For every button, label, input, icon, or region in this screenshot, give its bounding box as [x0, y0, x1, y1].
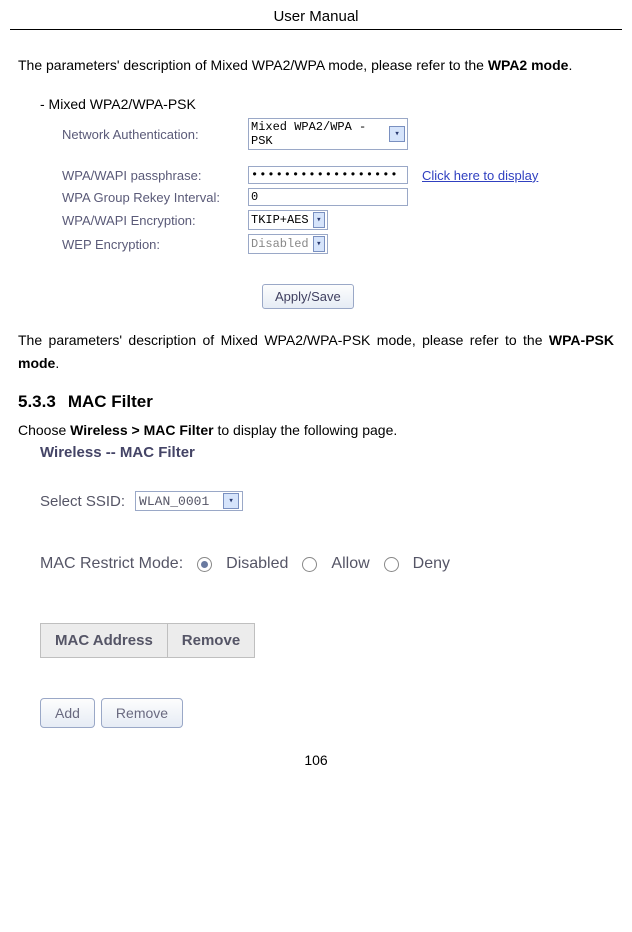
- text: Choose: [18, 422, 70, 438]
- label-encryption: WPA/WAPI Encryption:: [62, 213, 242, 228]
- mac-table: MAC Address Remove: [40, 623, 255, 658]
- select-wep: Disabled ▾: [248, 234, 328, 254]
- chevron-down-icon[interactable]: ▾: [313, 212, 325, 228]
- section-number: 5.3.3: [18, 392, 56, 411]
- label-network-auth: Network Authentication:: [62, 127, 242, 142]
- radio-allow[interactable]: [302, 557, 317, 572]
- text-bold: WPA2 mode: [488, 57, 569, 73]
- radio-disabled[interactable]: [197, 557, 212, 572]
- radio-label-disabled: Disabled: [226, 555, 288, 573]
- select-value: Disabled: [251, 237, 309, 251]
- label-mac-restrict: MAC Restrict Mode:: [40, 555, 183, 573]
- select-value: WLAN_0001: [139, 494, 209, 509]
- nav-instruction: Choose Wireless > MAC Filter to display …: [18, 422, 614, 438]
- radio-label-allow: Allow: [331, 555, 369, 573]
- add-button[interactable]: Add: [40, 698, 95, 728]
- page-header: User Manual: [10, 8, 622, 29]
- chevron-down-icon[interactable]: ▾: [223, 493, 239, 509]
- th-remove: Remove: [167, 624, 254, 658]
- page-number: 106: [10, 752, 622, 768]
- text: to display the following page.: [214, 422, 398, 438]
- text: The parameters' description of Mixed WPA…: [18, 57, 488, 73]
- select-network-auth[interactable]: Mixed WPA2/WPA -PSK ▾: [248, 118, 408, 150]
- intro-para-wpa2: The parameters' description of Mixed WPA…: [18, 54, 614, 76]
- select-value: TKIP+AES: [251, 213, 309, 227]
- label-passphrase: WPA/WAPI passphrase:: [62, 168, 242, 183]
- figure-security-settings: Network Authentication: Mixed WPA2/WPA -…: [62, 118, 614, 309]
- input-rekey-interval[interactable]: 0: [248, 188, 408, 206]
- select-ssid[interactable]: WLAN_0001 ▾: [135, 491, 243, 511]
- intro-para-wpapsk: The parameters' description of Mixed WPA…: [18, 329, 614, 374]
- text: .: [55, 355, 59, 371]
- label-rekey: WPA Group Rekey Interval:: [62, 190, 242, 205]
- radio-label-deny: Deny: [413, 555, 450, 573]
- th-mac-address: MAC Address: [41, 624, 168, 658]
- text: The parameters' description of Mixed WPA…: [18, 332, 549, 348]
- chevron-down-icon[interactable]: ▾: [389, 126, 405, 142]
- chevron-down-icon: ▾: [313, 236, 325, 252]
- apply-save-button[interactable]: Apply/Save: [262, 284, 354, 309]
- input-passphrase[interactable]: ••••••••••••••••••: [248, 166, 408, 184]
- section-title: MAC Filter: [68, 392, 153, 411]
- section-heading: 5.3.3 MAC Filter: [18, 392, 614, 412]
- figure-title: Wireless -- MAC Filter: [40, 444, 614, 461]
- select-value: Mixed WPA2/WPA -PSK: [251, 120, 385, 148]
- label-select-ssid: Select SSID:: [40, 493, 125, 510]
- header-rule: [10, 29, 622, 30]
- label-wep: WEP Encryption:: [62, 237, 242, 252]
- text: .: [568, 57, 572, 73]
- link-display-passphrase[interactable]: Click here to display: [422, 168, 538, 183]
- bullet-mixed-psk: - Mixed WPA2/WPA-PSK: [40, 96, 614, 112]
- remove-button[interactable]: Remove: [101, 698, 183, 728]
- text-bold: Wireless > MAC Filter: [70, 422, 213, 438]
- select-encryption[interactable]: TKIP+AES ▾: [248, 210, 328, 230]
- radio-deny[interactable]: [384, 557, 399, 572]
- figure-mac-filter: Wireless -- MAC Filter Select SSID: WLAN…: [40, 444, 614, 728]
